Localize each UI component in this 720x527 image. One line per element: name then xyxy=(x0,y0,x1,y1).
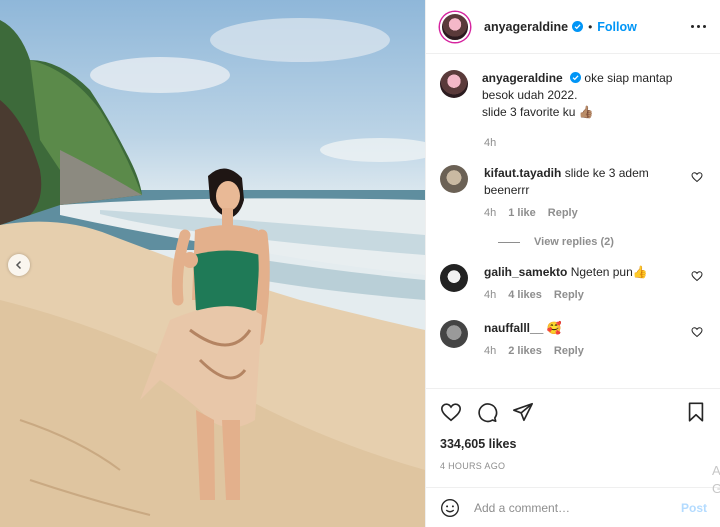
beach-photo xyxy=(0,18,425,527)
caption-avatar[interactable] xyxy=(440,70,468,98)
bookmark-icon[interactable] xyxy=(685,401,707,423)
more-options-icon[interactable] xyxy=(691,25,706,28)
chevron-left-icon xyxy=(15,260,22,270)
comment-time: 4h xyxy=(484,207,497,219)
overlay-fragment: A G xyxy=(712,463,720,496)
view-replies-label: View replies (2) xyxy=(534,236,614,248)
post-photo[interactable] xyxy=(0,0,425,527)
comment-emoji: 👍 xyxy=(632,265,648,279)
comment-likes[interactable]: 4 likes xyxy=(508,287,542,304)
previous-slide-button[interactable] xyxy=(8,254,30,276)
header-separator: • xyxy=(588,19,593,34)
caption-emoji: 👍🏽 xyxy=(578,105,594,119)
heart-icon[interactable] xyxy=(691,171,703,183)
comment-composer: Post xyxy=(426,487,720,527)
reply-button[interactable]: Reply xyxy=(554,343,584,360)
reply-button[interactable]: Reply xyxy=(548,205,578,222)
comment-likes[interactable]: 1 like xyxy=(508,205,536,222)
post-actions: 334,605 likes 4 hours ago xyxy=(426,388,720,471)
likes-count[interactable]: 334,605 likes xyxy=(440,437,707,451)
comment-username[interactable]: kifaut.tayadih xyxy=(484,166,561,180)
commenter-avatar[interactable] xyxy=(440,264,468,292)
heart-icon[interactable] xyxy=(691,326,703,338)
comment-time: 4h xyxy=(484,289,497,301)
caption-time: 4h xyxy=(484,137,497,149)
comment-item: galih_samekto Ngeten pun👍 4h 4 likes Rep… xyxy=(440,264,707,304)
comment-item: nauffalll__ 🥰 4h 2 likes Reply xyxy=(440,320,707,360)
comments-list[interactable]: anyageraldine oke siap mantap besok udah… xyxy=(426,54,720,388)
author-avatar[interactable] xyxy=(440,11,470,42)
author-username[interactable]: anyageraldine xyxy=(484,20,568,34)
post-details-panel: anyageraldine • Follow anyageraldine oke… xyxy=(425,0,720,527)
post-comment-button[interactable]: Post xyxy=(681,501,707,515)
post-caption: anyageraldine oke siap mantap besok udah… xyxy=(440,70,707,121)
paper-plane-icon[interactable] xyxy=(512,401,534,423)
heart-icon[interactable] xyxy=(691,270,703,282)
commenter-avatar[interactable] xyxy=(440,165,468,193)
verified-badge-icon xyxy=(570,72,582,83)
comment-input[interactable] xyxy=(474,500,681,515)
view-replies-button[interactable]: View replies (2) xyxy=(498,236,707,248)
heart-icon[interactable] xyxy=(440,401,462,423)
caption-text-line2: slide 3 favorite ku xyxy=(482,105,576,119)
comment-bubble-icon[interactable] xyxy=(476,401,498,423)
caption-username[interactable]: anyageraldine xyxy=(482,71,563,85)
comment-time: 4h xyxy=(484,345,497,357)
verified-badge-icon xyxy=(572,21,584,32)
comment-text: Ngeten pun xyxy=(570,265,633,279)
comment-emoji: 🥰 xyxy=(546,321,562,335)
comment-username[interactable]: galih_samekto xyxy=(484,265,567,279)
commenter-avatar[interactable] xyxy=(440,320,468,348)
comment-likes[interactable]: 2 likes xyxy=(508,343,542,360)
posted-time[interactable]: 4 hours ago xyxy=(440,461,707,471)
post-header: anyageraldine • Follow xyxy=(426,0,720,54)
smiley-icon[interactable] xyxy=(440,498,460,518)
comment-username[interactable]: nauffalll__ xyxy=(484,321,543,335)
comment-item: kifaut.tayadih slide ke 3 adem beenerrr … xyxy=(440,165,707,222)
reply-button[interactable]: Reply xyxy=(554,287,584,304)
replies-divider xyxy=(498,241,520,243)
follow-button[interactable]: Follow xyxy=(597,20,637,34)
